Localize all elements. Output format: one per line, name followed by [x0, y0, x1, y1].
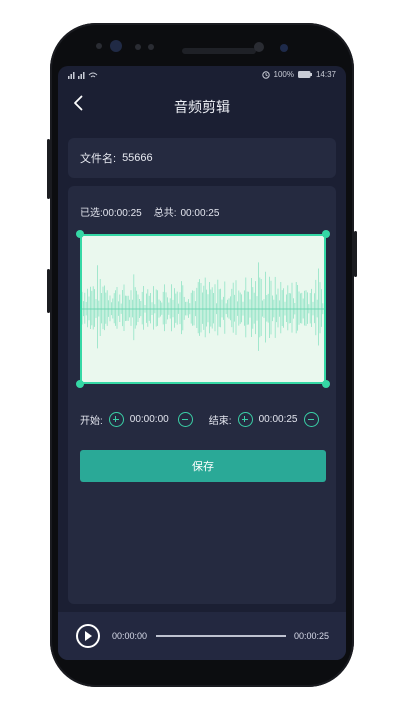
- minus-circle-icon: [181, 419, 188, 421]
- file-name-label: 文件名:: [80, 153, 117, 165]
- audio-player: 00:00:00 00:00:25: [58, 612, 346, 660]
- front-camera: [110, 40, 122, 52]
- selected-time: 00:00:25: [102, 208, 142, 219]
- sensor-dot: [135, 44, 141, 50]
- end-minus-button[interactable]: [303, 412, 319, 427]
- total-group: 总共: 00:00:25: [154, 204, 220, 219]
- waveform-area[interactable]: [76, 230, 330, 388]
- start-time: 00:00:00: [129, 414, 169, 425]
- earpiece-speaker: [182, 48, 256, 54]
- progress-track[interactable]: [156, 635, 286, 637]
- total-time: 00:00:25: [180, 208, 220, 219]
- signal-icon: [68, 71, 98, 79]
- page-title: 音频剪辑: [174, 99, 230, 115]
- file-name-value: 55666: [122, 152, 153, 164]
- selection-handle-bottom-right[interactable]: [322, 380, 330, 388]
- power-button: [354, 231, 357, 277]
- start-plus-button[interactable]: [108, 412, 124, 427]
- start-minus-button[interactable]: [177, 412, 193, 427]
- total-label: 总共:: [153, 208, 177, 219]
- volume-button: [47, 139, 50, 199]
- play-button[interactable]: [76, 624, 100, 648]
- title-bar: 音频剪辑: [58, 83, 346, 129]
- file-name-row: 文件名: 55666: [68, 138, 336, 178]
- player-total-time: 00:00:25: [294, 631, 330, 641]
- battery-percent: 100%: [273, 70, 294, 79]
- selected-label: 已选:: [80, 208, 103, 219]
- sensor-dot: [148, 44, 154, 50]
- alarm-icon: [261, 70, 270, 79]
- signal-indicators: [68, 71, 98, 79]
- side-button: [47, 269, 50, 313]
- sensor-dot: [96, 43, 102, 49]
- battery-icon: [297, 71, 312, 78]
- minus-circle-icon: [307, 419, 314, 421]
- editor-card: 已选:00:00:25 总共: 00:00:25 开始: 00:00:00 结束:…: [68, 186, 336, 604]
- status-bar: 100% 14:37: [58, 66, 346, 83]
- iris-sensor: [280, 44, 288, 52]
- status-time: 14:37: [315, 70, 336, 79]
- trim-controls: 开始: 00:00:00 结束: 00:00:25: [80, 412, 319, 427]
- proximity-sensor: [254, 42, 264, 52]
- player-current-time: 00:00:00: [112, 631, 148, 641]
- selected-group: 已选:00:00:25: [80, 204, 142, 219]
- end-label: 结束:: [208, 416, 232, 427]
- end-time: 00:00:25: [258, 414, 298, 425]
- selection-handle-top-right[interactable]: [322, 230, 330, 238]
- save-button[interactable]: 保存: [80, 450, 326, 482]
- play-icon: [85, 631, 92, 641]
- selection-handle-top-left[interactable]: [76, 230, 84, 238]
- end-plus-button[interactable]: [237, 412, 253, 427]
- start-label: 开始:: [80, 416, 103, 427]
- selection-range[interactable]: [80, 234, 326, 384]
- status-right: 100% 14:37: [261, 70, 336, 79]
- selection-handle-bottom-left[interactable]: [76, 380, 84, 388]
- file-name-card: 文件名: 55666: [68, 138, 336, 178]
- app-screen: 100% 14:37 音频剪辑 文件名: 55666 已选:00:00:25 总…: [58, 66, 346, 660]
- selection-summary: 已选:00:00:25 总共: 00:00:25: [80, 204, 219, 219]
